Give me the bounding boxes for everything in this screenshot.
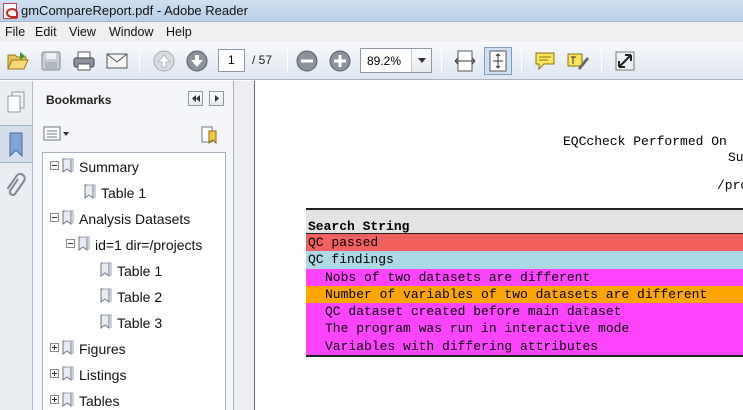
table-row: QC passed bbox=[306, 234, 743, 252]
table-cell: QC findings bbox=[308, 252, 394, 268]
open-icon[interactable] bbox=[4, 47, 32, 75]
collapse-icon[interactable] bbox=[50, 161, 59, 170]
zoom-select[interactable]: 89.2% bbox=[360, 48, 432, 73]
bookmark-label: Listings bbox=[79, 367, 127, 383]
collapse-icon[interactable] bbox=[66, 239, 75, 248]
chevron-down-icon[interactable] bbox=[411, 49, 431, 72]
bookmark-label: Table 2 bbox=[117, 289, 163, 305]
adobe-reader-icon bbox=[3, 3, 18, 19]
save-icon[interactable] bbox=[37, 47, 65, 75]
expand-panel-icon[interactable] bbox=[209, 91, 224, 106]
bookmark-icon bbox=[100, 288, 112, 303]
bookmark-item[interactable]: Summary bbox=[43, 156, 225, 178]
bookmark-item[interactable]: Table 2 bbox=[43, 286, 225, 308]
bookmarks-tree: Summary Table 1 Analysis Datasets id=1 dir=… bbox=[42, 152, 226, 410]
bookmark-label: Table 3 bbox=[117, 315, 163, 331]
bookmark-label: Table 1 bbox=[117, 263, 163, 279]
bookmark-label: Summary bbox=[79, 159, 139, 175]
table-header: Search String bbox=[306, 210, 743, 234]
bookmark-icon bbox=[84, 184, 96, 199]
zoom-out-icon[interactable] bbox=[293, 47, 321, 75]
zoom-value: 89.2% bbox=[367, 54, 402, 68]
report-header-line1: EQCcheck Performed On bbox=[563, 134, 727, 149]
title-bar: gmCompareReport.pdf - Adobe Reader bbox=[0, 0, 743, 22]
bookmarks-tab-icon[interactable] bbox=[0, 125, 32, 163]
bookmark-icon bbox=[62, 366, 74, 381]
attachments-icon[interactable] bbox=[4, 173, 28, 201]
toolbar-separator bbox=[521, 49, 522, 73]
table-cell: Variables with differing attributes bbox=[325, 338, 599, 354]
expand-icon[interactable] bbox=[50, 343, 59, 352]
bookmark-item[interactable]: Table 3 bbox=[43, 312, 225, 334]
bookmark-icon bbox=[78, 236, 90, 251]
bookmark-icon bbox=[62, 340, 74, 355]
table-cell: Nobs of two datasets are different bbox=[325, 269, 591, 285]
bookmark-label: Analysis Datasets bbox=[79, 211, 191, 227]
zoom-in-icon[interactable] bbox=[326, 47, 354, 75]
bookmark-item[interactable]: id=1 dir=/projects bbox=[43, 234, 225, 256]
bookmark-label: Figures bbox=[79, 341, 126, 357]
menu-help[interactable]: Help bbox=[166, 25, 192, 39]
menu-edit[interactable]: Edit bbox=[35, 25, 57, 39]
toolbar-separator bbox=[601, 49, 602, 73]
panel-title: Bookmarks bbox=[46, 93, 112, 107]
bookmark-item[interactable]: Table 1 bbox=[43, 260, 225, 282]
bookmark-label: Table 1 bbox=[101, 185, 147, 201]
table-cell: QC passed bbox=[308, 235, 379, 250]
menu-bar: File Edit View Window Help bbox=[0, 22, 743, 42]
bookmark-label: Tables bbox=[79, 393, 120, 409]
collapse-icon[interactable] bbox=[50, 213, 59, 222]
bookmark-item[interactable]: Table 1 bbox=[43, 182, 225, 204]
expand-icon[interactable] bbox=[50, 395, 59, 404]
page-number-input[interactable]: 1 bbox=[218, 49, 245, 72]
table-row: Number of variables of two datasets are … bbox=[306, 285, 743, 304]
fullscreen-icon[interactable] bbox=[611, 47, 639, 75]
bookmark-label: id=1 dir=/projects bbox=[95, 237, 203, 253]
table-row: Nobs of two datasets are different bbox=[306, 268, 743, 286]
toolbar-separator bbox=[287, 49, 288, 73]
table-cell: Number of variables of two datasets are … bbox=[325, 286, 708, 302]
comment-icon[interactable] bbox=[531, 47, 559, 75]
collapse-panel-icon[interactable] bbox=[188, 91, 203, 106]
menu-window[interactable]: Window bbox=[109, 25, 153, 39]
toolbar-separator bbox=[139, 49, 140, 73]
menu-file[interactable]: File bbox=[5, 25, 25, 39]
menu-view[interactable]: View bbox=[69, 25, 96, 39]
highlight-icon[interactable] bbox=[564, 47, 592, 75]
next-page-icon[interactable] bbox=[183, 47, 211, 75]
table-row: QC findings bbox=[306, 251, 743, 269]
page-total: / 57 bbox=[252, 53, 273, 67]
prev-page-icon[interactable] bbox=[150, 47, 178, 75]
print-icon[interactable] bbox=[70, 47, 98, 75]
bookmark-item[interactable]: Analysis Datasets bbox=[43, 208, 225, 230]
bookmark-icon bbox=[62, 392, 74, 407]
bookmark-item[interactable]: Tables bbox=[43, 390, 225, 410]
fit-width-icon[interactable] bbox=[451, 47, 479, 75]
bookmark-icon bbox=[100, 262, 112, 277]
bookmark-icon bbox=[62, 210, 74, 225]
report-header-line2: Su bbox=[728, 150, 743, 165]
bookmark-item[interactable]: Figures bbox=[43, 338, 225, 360]
navigation-strip bbox=[0, 81, 33, 410]
bookmarks-panel: Bookmarks Summary Table 1 Analysis Dataset… bbox=[33, 81, 234, 410]
window-title: gmCompareReport.pdf - Adobe Reader bbox=[21, 3, 248, 18]
table-row: The program was run in interactive mode bbox=[306, 320, 743, 338]
bookmark-icon bbox=[100, 314, 112, 329]
toolbar-separator bbox=[441, 49, 442, 73]
table-row: QC dataset created before main dataset bbox=[306, 303, 743, 321]
table-row: Variables with differing attributes bbox=[306, 337, 743, 356]
qc-table: Search String QC passed QC findings Nobs o… bbox=[306, 208, 743, 358]
bookmark-icon bbox=[62, 158, 74, 173]
table-cell: QC dataset created before main dataset bbox=[325, 304, 622, 320]
email-icon[interactable] bbox=[103, 47, 131, 75]
expand-icon[interactable] bbox=[50, 369, 59, 378]
fit-page-icon[interactable] bbox=[484, 47, 512, 75]
options-menu-icon[interactable] bbox=[42, 125, 72, 143]
bookmark-item[interactable]: Listings bbox=[43, 364, 225, 386]
report-header-line3: /pro bbox=[717, 178, 743, 193]
table-bottom-rule bbox=[306, 355, 743, 358]
table-cell: The program was run in interactive mode bbox=[325, 321, 630, 337]
new-bookmark-icon[interactable] bbox=[200, 125, 220, 145]
pages-icon[interactable] bbox=[4, 89, 28, 117]
